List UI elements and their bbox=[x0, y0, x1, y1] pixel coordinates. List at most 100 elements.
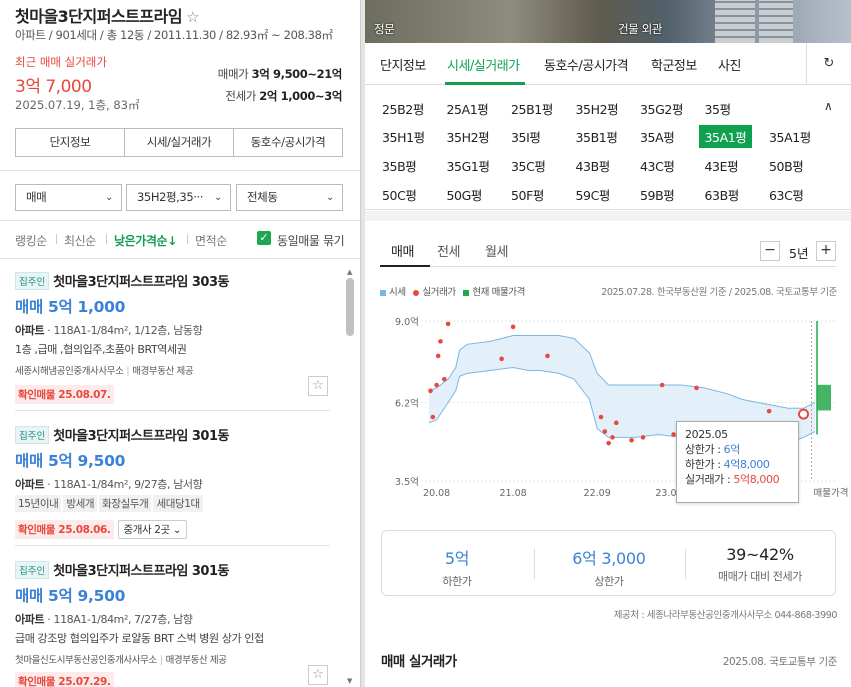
listing-title[interactable]: 첫마을3단지퍼스트프라임 301동 bbox=[53, 425, 229, 444]
area-option[interactable]: 35H2평 bbox=[576, 99, 619, 118]
sort-ranking[interactable]: 랭킹순 bbox=[15, 232, 47, 249]
area-option[interactable]: 35B평 bbox=[382, 156, 417, 175]
scroll-up-arrow-icon[interactable]: ▲ bbox=[347, 268, 352, 276]
area-option[interactable]: 59C평 bbox=[576, 185, 611, 204]
zoom-in-button[interactable]: + bbox=[816, 241, 836, 261]
area-option[interactable]: 59B평 bbox=[640, 185, 675, 204]
refresh-icon[interactable]: ↻ bbox=[806, 43, 851, 85]
real-trade-point bbox=[610, 435, 615, 440]
real-trade-point bbox=[598, 414, 604, 420]
tab-school[interactable]: 학군정보 bbox=[651, 55, 697, 74]
tooltip-date: 2025.05 bbox=[685, 428, 728, 441]
area-option[interactable]: 35G1평 bbox=[447, 156, 490, 175]
tab-unit-price[interactable]: 동호수/공시가격 bbox=[234, 129, 342, 156]
agents-dropdown-button[interactable]: 중개사 2곳 ⌄ bbox=[117, 520, 188, 539]
tab-price[interactable]: 시세/실거래가 bbox=[125, 129, 234, 156]
favorite-star-icon[interactable]: ☆ bbox=[308, 376, 328, 396]
real-trade-point bbox=[766, 408, 772, 414]
area-option[interactable]: 43E평 bbox=[705, 156, 739, 175]
chart-legend: 시세 실거래가 현재 매물가격 bbox=[380, 284, 525, 298]
divider bbox=[15, 545, 330, 546]
feature-chip: 15년이내 bbox=[15, 495, 62, 512]
same-listing-label: 동일매물 묶기 bbox=[277, 234, 345, 248]
real-trade-point bbox=[613, 420, 619, 426]
tab-price[interactable]: 시세/실거래가 bbox=[447, 55, 520, 74]
sort-latest[interactable]: 최신순 bbox=[64, 232, 96, 249]
listing-title[interactable]: 첫마을3단지퍼스트프라임 301동 bbox=[53, 560, 229, 579]
real-trade-point bbox=[606, 440, 611, 446]
listing-card[interactable]: 집주인 첫마을3단지퍼스트프라임 301동 매매 5억 9,500 아파트 · 1… bbox=[15, 560, 330, 687]
chart-tab-monthly[interactable]: 월세 bbox=[485, 241, 508, 260]
legend-current-label: 현재 매물가격 bbox=[472, 287, 525, 298]
jeonse-price-range: 전세가 2억 1,000~3억 bbox=[225, 89, 342, 103]
area-option[interactable]: 35I평 bbox=[511, 127, 541, 146]
area-option[interactable]: 50B평 bbox=[769, 156, 804, 175]
area-option[interactable]: 63B평 bbox=[705, 185, 740, 204]
area-option[interactable]: 35G2평 bbox=[640, 99, 683, 118]
area-option[interactable]: 35A1평 bbox=[769, 127, 811, 146]
real-trade-point bbox=[602, 429, 608, 434]
confirmed-badge: 확인매물 25.08.06. bbox=[15, 520, 114, 539]
feature-chip: 방세개 bbox=[63, 495, 98, 512]
real-trade-point bbox=[434, 382, 439, 388]
building-photo bbox=[759, 0, 793, 43]
sort-low-price[interactable]: 낮은가격순↓ bbox=[114, 232, 177, 249]
tab-photos[interactable]: 사진 bbox=[718, 55, 741, 74]
listing-card[interactable]: 집주인 첫마을3단지퍼스트프라임 301동 매매 5억 9,500 아파트 · 1… bbox=[15, 425, 330, 539]
tab-complex-info[interactable]: 단지정보 bbox=[380, 55, 426, 74]
listing-title[interactable]: 첫마을3단지퍼스트프라임 303동 bbox=[53, 271, 229, 290]
area-option[interactable]: 35A1평 bbox=[698, 125, 753, 148]
area-option[interactable]: 43B평 bbox=[576, 156, 611, 175]
listing-agent: 첫마을신도시부동산공인중개사사무소 | 매경부동산 제공 bbox=[15, 655, 227, 666]
real-trade-point bbox=[640, 435, 646, 440]
scroll-down-arrow-icon[interactable]: ▼ bbox=[347, 677, 352, 685]
chevron-down-icon: ⌄ bbox=[214, 192, 222, 203]
trade-type-select[interactable]: 매매 ⌄ bbox=[15, 184, 122, 211]
area-option[interactable]: 43C평 bbox=[640, 156, 675, 175]
summary-upper: 6억 3,000 상한가 bbox=[572, 549, 646, 588]
area-option[interactable]: 25A1평 bbox=[447, 99, 489, 118]
tab-unit-price[interactable]: 동호수/공시가격 bbox=[544, 55, 629, 74]
x-tick-label: 21.08 bbox=[499, 488, 526, 499]
y-tick-label: 6.2억 bbox=[395, 397, 419, 409]
area-option[interactable]: 35평 bbox=[705, 99, 732, 118]
dong-select[interactable]: 전체동 ⌄ bbox=[236, 184, 343, 211]
area-option[interactable]: 25B2평 bbox=[382, 99, 424, 118]
chevron-down-icon: ⌄ bbox=[172, 524, 182, 536]
y-tick-label: 3.5억 bbox=[395, 476, 419, 488]
sort-area[interactable]: 면적순 bbox=[195, 232, 227, 249]
area-option[interactable]: 35B1평 bbox=[576, 127, 618, 146]
legend-current-swatch bbox=[463, 289, 470, 296]
same-listing-checkbox[interactable]: ✓ bbox=[257, 231, 271, 245]
listing-card[interactable]: 집주인 첫마을3단지퍼스트프라임 303동 매매 5억 1,000 아파트 · 1… bbox=[15, 271, 330, 404]
tooltip-real: 실거래가 : 5억8,000 bbox=[685, 473, 780, 486]
star-icon[interactable]: ☆ bbox=[186, 8, 199, 26]
area-option[interactable]: 35C평 bbox=[511, 156, 546, 175]
scrollbar-thumb[interactable] bbox=[346, 278, 354, 336]
area-select[interactable]: 35H2평,35··· ⌄ bbox=[126, 184, 231, 211]
complex-tabs: 단지정보 시세/실거래가 동호수/공시가격 bbox=[15, 128, 343, 157]
divider bbox=[56, 234, 57, 244]
photo-strip[interactable]: 정문 건물 외관 bbox=[365, 0, 851, 43]
area-option[interactable]: 35H2평 bbox=[447, 127, 490, 146]
confirmed-badge: 확인매물 25.08.07. bbox=[15, 385, 114, 404]
chevron-down-icon: ⌄ bbox=[105, 192, 113, 203]
favorite-star-icon[interactable]: ☆ bbox=[308, 665, 328, 685]
area-option[interactable]: 63C평 bbox=[769, 185, 804, 204]
complex-summary: 아파트 / 901세대 / 총 12동 / 2011.11.30 / 82.93… bbox=[15, 28, 333, 42]
area-option[interactable]: 35A평 bbox=[640, 127, 675, 146]
real-trade-point bbox=[629, 437, 634, 443]
listing-agent: 세종시해냄공인중개사사무소 | 매경부동산 제공 bbox=[15, 366, 194, 377]
area-option[interactable]: 50C평 bbox=[382, 185, 417, 204]
tab-complex-info[interactable]: 단지정보 bbox=[16, 129, 125, 156]
area-option[interactable]: 35H1평 bbox=[382, 127, 425, 146]
collapse-chevron-icon[interactable]: ∧ bbox=[824, 99, 833, 113]
zoom-out-button[interactable]: − bbox=[760, 241, 780, 261]
area-option[interactable]: 50G평 bbox=[447, 185, 483, 204]
area-option[interactable]: 25B1평 bbox=[511, 99, 553, 118]
chart-tab-sale[interactable]: 매매 bbox=[391, 241, 414, 260]
chart-tab-jeonse[interactable]: 전세 bbox=[437, 241, 460, 260]
legend-band-label: 시세 bbox=[389, 287, 406, 298]
area-option[interactable]: 50F평 bbox=[511, 185, 544, 204]
chart-tooltip: 2025.05 상한가 : 6억 하한가 : 4억8,000 실거래가 : 5억… bbox=[676, 421, 799, 503]
